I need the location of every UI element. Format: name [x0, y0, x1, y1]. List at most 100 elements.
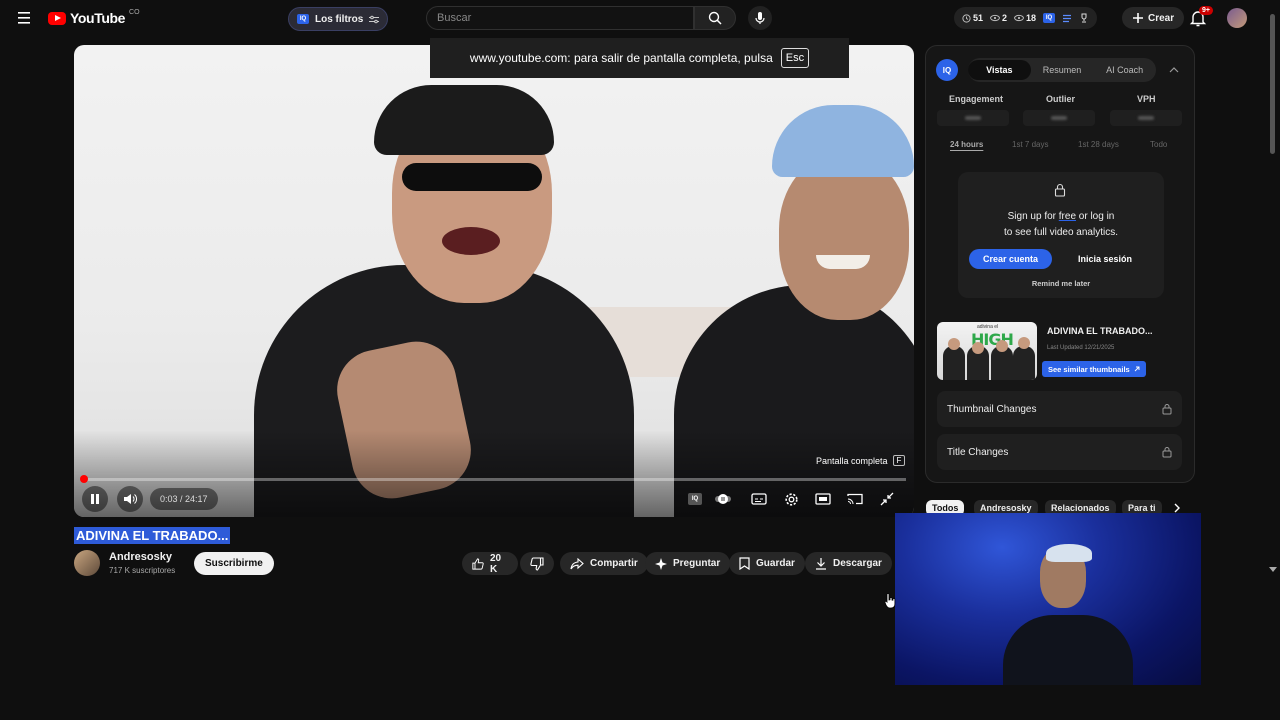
iq-icon: IQ: [688, 493, 702, 505]
iq-icon: IQ: [297, 14, 309, 24]
create-account-button[interactable]: Crear cuenta: [969, 249, 1053, 269]
like-button[interactable]: 20 K: [462, 552, 518, 575]
pause-button[interactable]: [82, 486, 108, 512]
country-code: CO: [129, 8, 140, 16]
trophy-icon: [1081, 13, 1087, 23]
filters-button[interactable]: IQ Los filtros: [288, 7, 389, 31]
chevron-right-icon[interactable]: [1173, 503, 1181, 513]
video-title: ADIVINA EL TRABADO...: [74, 527, 231, 544]
range-24-hours[interactable]: 24 hours: [950, 140, 983, 149]
lock-icon: [1162, 404, 1172, 415]
sparkle-icon: [655, 557, 667, 570]
metric-engagement-label: Engagement: [949, 94, 1004, 104]
thumbs-up-icon: [472, 557, 484, 570]
iq-logo: IQ: [936, 59, 958, 81]
cast-button[interactable]: [846, 491, 864, 507]
remind-later-link[interactable]: Remind me later: [958, 279, 1164, 288]
download-button[interactable]: Descargar: [805, 552, 892, 575]
fullscreen-hint-label: Pantalla completa: [816, 455, 888, 466]
autoplay-toggle[interactable]: [714, 491, 732, 507]
lock-icon: [1054, 183, 1066, 197]
cast-icon: [847, 493, 863, 505]
smile: [816, 255, 870, 269]
volume-button[interactable]: [117, 486, 143, 512]
youtube-logo[interactable]: YouTube CO: [48, 8, 140, 26]
share-icon: [570, 557, 584, 569]
plus-icon: [1133, 13, 1143, 23]
ask-button[interactable]: Preguntar: [645, 552, 731, 575]
metric-vph-value: [1110, 110, 1182, 126]
clock-icon: [962, 13, 971, 23]
volume-icon: [124, 494, 137, 504]
metric-outlier-label: Outlier: [1046, 94, 1076, 104]
share-label: Compartir: [590, 558, 638, 569]
progress-bar[interactable]: [82, 478, 906, 481]
channel-avatar[interactable]: [74, 550, 100, 576]
create-label: Crear: [1148, 12, 1175, 24]
extension-stats[interactable]: 51 2 18 IQ: [954, 7, 1098, 29]
tab-resumen[interactable]: Resumen: [1031, 65, 1094, 75]
scroll-down-icon[interactable]: [1268, 566, 1278, 574]
fullscreen-hint: Pantalla completa F: [816, 455, 906, 466]
channel-name[interactable]: Andresosky: [109, 551, 172, 563]
person-left-hair: [374, 85, 554, 155]
search-placeholder: Buscar: [437, 12, 472, 24]
account-avatar[interactable]: [1227, 8, 1247, 28]
share-button[interactable]: Compartir: [560, 552, 648, 575]
theater-icon: [815, 493, 831, 505]
exit-fullscreen-button[interactable]: [878, 491, 896, 507]
webcam-person-body: [1003, 615, 1133, 685]
range-28-days[interactable]: 1st 28 days: [1078, 140, 1119, 149]
chevron-up-icon[interactable]: [1169, 66, 1179, 74]
save-button[interactable]: Guardar: [729, 552, 805, 575]
stat-c: 18: [1026, 13, 1037, 23]
download-label: Descargar: [833, 558, 882, 569]
title-changes-row[interactable]: Title Changes: [937, 434, 1182, 470]
range-7-days[interactable]: 1st 7 days: [1012, 140, 1048, 149]
metric-outlier-value: [1023, 110, 1095, 126]
esc-key: Esc: [780, 48, 810, 68]
theater-mode-button[interactable]: [814, 491, 832, 507]
iq-player-button[interactable]: IQ: [686, 491, 704, 507]
tab-ai-coach[interactable]: AI Coach: [1093, 65, 1156, 75]
signup-suffix: or log in: [1076, 211, 1115, 222]
eye-icon: [990, 14, 1000, 22]
stat-a: 51: [973, 13, 984, 23]
blue-cap: [772, 105, 914, 177]
logo-text: YouTube: [70, 10, 126, 26]
thumbnail-last-updated: Last Updated 12/21/2025: [1047, 345, 1115, 351]
thumbs-down-icon: [530, 556, 544, 571]
range-todo[interactable]: Todo: [1150, 140, 1167, 149]
open-mouth: [442, 227, 500, 255]
thumbnail-changes-row[interactable]: Thumbnail Changes: [937, 391, 1182, 427]
person-right-face: [779, 155, 909, 320]
fullscreen-notice: www.youtube.com: para salir de pantalla …: [430, 38, 849, 78]
search-input[interactable]: Buscar: [426, 6, 694, 30]
similar-thumbnails-button[interactable]: See similar thumbnails: [1042, 361, 1146, 377]
free-link[interactable]: free: [1059, 211, 1076, 222]
thumbnail-title: ADIVINA EL TRABADO...: [1047, 326, 1153, 336]
dislike-button[interactable]: [520, 552, 554, 575]
metric-vph-label: VPH: [1137, 94, 1156, 104]
scrollbar[interactable]: [1270, 14, 1275, 154]
thumbnail-changes-label: Thumbnail Changes: [947, 403, 1037, 415]
autoplay-icon: [715, 494, 731, 504]
settings-button[interactable]: [782, 491, 800, 507]
login-button[interactable]: Inicia sesión: [1068, 249, 1142, 269]
scrubber-handle[interactable]: [80, 475, 88, 483]
eye-icon: [1014, 14, 1024, 22]
signup-message: Sign up for free or log in to see full v…: [958, 209, 1164, 241]
signup-line2: to see full video analytics.: [1004, 227, 1118, 238]
create-button[interactable]: Crear: [1122, 7, 1185, 29]
search-button[interactable]: [694, 6, 736, 30]
download-icon: [816, 558, 826, 570]
menu-icon[interactable]: [12, 8, 36, 28]
tab-vistas[interactable]: Vistas: [968, 60, 1031, 80]
subtitles-button[interactable]: [750, 491, 768, 507]
exit-fullscreen-icon: [880, 492, 894, 506]
subscribe-button[interactable]: Suscribirme: [194, 552, 274, 575]
fullscreen-notice-text: www.youtube.com: para salir de pantalla …: [469, 51, 773, 65]
notification-badge: 9+: [1199, 6, 1213, 15]
video-thumbnail[interactable]: adivina el HIGH: [937, 322, 1037, 380]
voice-search-button[interactable]: [748, 6, 772, 30]
